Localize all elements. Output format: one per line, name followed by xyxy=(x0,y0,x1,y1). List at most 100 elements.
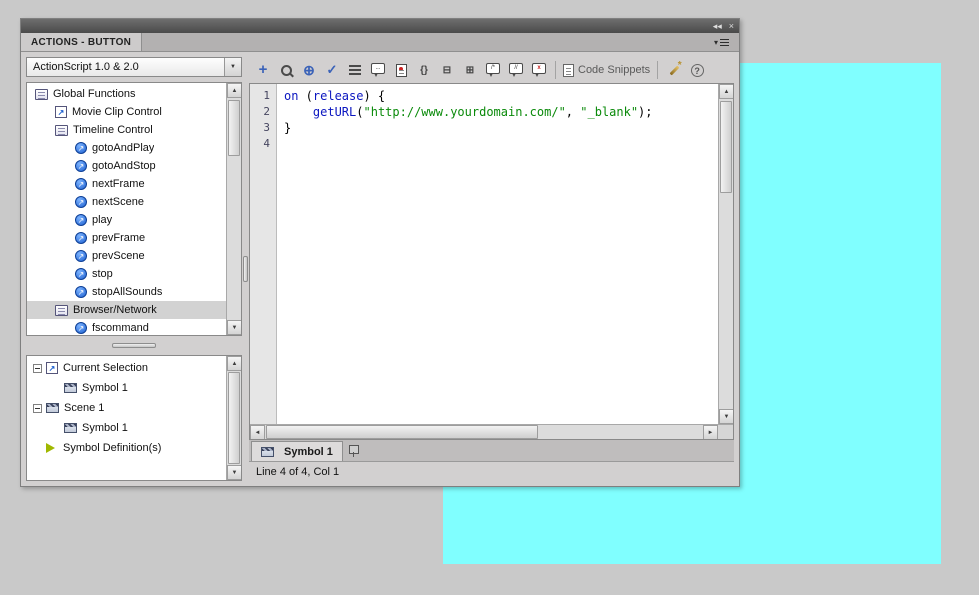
scrollbar-thumb[interactable] xyxy=(720,101,732,193)
arrow-left-icon: ◄ xyxy=(254,429,261,436)
code-editor[interactable]: 1234 on (release) { getURL("http://www.y… xyxy=(249,83,734,440)
scrollbar-track[interactable] xyxy=(265,425,703,439)
panel-tab-actions-button[interactable]: ACTIONS - BUTTON xyxy=(21,33,143,51)
collapse-expander-icon[interactable] xyxy=(33,363,42,373)
tree-item-movie-clip-control[interactable]: Movie Clip Control xyxy=(27,103,226,121)
collapse-between-braces-button[interactable]: {} xyxy=(413,59,435,81)
right-column: + ⊕ ✓ {} ⊟ ⊞ Code Snippets? 1234 on (release) … xyxy=(249,57,734,481)
tree-item-play[interactable]: play xyxy=(27,211,226,229)
script-tab-symbol-1[interactable]: Symbol 1 xyxy=(251,441,343,461)
tree-item-gotoandplay[interactable]: gotoAndPlay xyxy=(27,139,226,157)
functions-tree-pane: Global Functions Movie Clip Control Timeli… xyxy=(26,82,242,336)
line-number: 1 xyxy=(263,89,270,102)
tree-item-prevscene[interactable]: prevScene xyxy=(27,247,226,265)
functions-tree-scrollbar[interactable]: ▲ ▼ xyxy=(226,83,241,335)
tree-item-prevframe[interactable]: prevFrame xyxy=(27,229,226,247)
collapse-selection-button[interactable]: ⊟ xyxy=(436,59,458,81)
scrollbar-thumb[interactable] xyxy=(266,425,538,439)
show-code-hint-button[interactable] xyxy=(367,59,389,81)
tree-item-label: play xyxy=(92,214,113,226)
tree-item-global-functions[interactable]: Global Functions xyxy=(27,85,226,103)
scrollbar-thumb[interactable] xyxy=(228,372,240,464)
expand-all-icon: ⊞ xyxy=(465,64,475,76)
action-icon xyxy=(75,286,87,298)
dropdown-arrow-button[interactable]: ▼ xyxy=(224,58,241,76)
collapse-between-braces-icon: {} xyxy=(420,64,428,76)
insert-target-path-button[interactable]: ⊕ xyxy=(298,59,320,81)
collapse-expander-icon[interactable] xyxy=(33,403,42,413)
tree-item-label: Movie Clip Control xyxy=(72,106,162,118)
tree-item-symbol-definition-s[interactable]: Symbol Definition(s) xyxy=(27,438,226,458)
expand-all-button[interactable]: ⊞ xyxy=(459,59,481,81)
tree-item-browser-network[interactable]: Browser/Network xyxy=(27,301,226,319)
scrollbar-track[interactable] xyxy=(227,98,241,320)
scrollbar-track[interactable] xyxy=(719,99,733,409)
line-number: 3 xyxy=(263,121,270,134)
action-icon xyxy=(75,196,87,208)
code-line: getURL("http://www.yourdomain.com/", "_b… xyxy=(284,104,718,120)
actionscript-version-dropdown[interactable]: ActionScript 1.0 & 2.0 ▼ xyxy=(26,57,242,77)
find-button[interactable] xyxy=(275,59,297,81)
tree-item-timeline-control[interactable]: Timeline Control xyxy=(27,121,226,139)
splitter-grip[interactable] xyxy=(243,256,248,282)
scroll-down-button[interactable]: ▼ xyxy=(719,409,733,424)
tree-item-nextscene[interactable]: nextScene xyxy=(27,193,226,211)
apply-line-comment-button[interactable] xyxy=(505,59,527,81)
tree-pane-splitter[interactable] xyxy=(26,341,242,350)
close-icon[interactable]: × xyxy=(729,20,734,32)
apply-block-comment-button[interactable] xyxy=(482,59,504,81)
scroll-up-button[interactable]: ▲ xyxy=(719,84,733,99)
scroll-left-button[interactable]: ◄ xyxy=(250,425,265,439)
line-number-gutter[interactable]: 1 2 3 4 xyxy=(250,84,277,424)
splitter-grip[interactable] xyxy=(112,343,156,348)
dropdown-value: ActionScript 1.0 & 2.0 xyxy=(33,61,139,73)
tree-item-fscommand[interactable]: fscommand xyxy=(27,319,226,335)
tree-item-nextframe[interactable]: nextFrame xyxy=(27,175,226,193)
editor-horizontal-scrollbar[interactable]: ◄ ► xyxy=(250,424,733,439)
panel-tabstrip: ACTIONS - BUTTON xyxy=(21,33,739,52)
scrollbar-thumb[interactable] xyxy=(228,100,240,156)
column-splitter[interactable] xyxy=(242,57,249,481)
code-snippets-button[interactable]: Code Snippets xyxy=(561,59,652,81)
tree-item-label: Symbol 1 xyxy=(82,382,128,394)
panel-menu-icon[interactable] xyxy=(714,37,734,48)
tree-item-symbol-1[interactable]: Symbol 1 xyxy=(27,378,226,398)
help-button[interactable]: ? xyxy=(686,59,708,81)
panel-content: ActionScript 1.0 & 2.0 ▼ Global Function… xyxy=(21,52,739,486)
remove-comment-icon xyxy=(532,63,546,77)
code-area[interactable]: on (release) { getURL("http://www.yourdo… xyxy=(277,84,718,424)
collapse-panel-icon[interactable]: ◂◂ xyxy=(713,20,722,32)
tree-item-scene-1[interactable]: Scene 1 xyxy=(27,398,226,418)
scroll-down-button[interactable]: ▼ xyxy=(227,465,241,480)
scrollbar-track[interactable] xyxy=(227,371,241,465)
panel-titlebar[interactable]: ◂◂ × xyxy=(21,19,739,33)
tree-item-symbol-1[interactable]: Symbol 1 xyxy=(27,418,226,438)
scroll-up-button[interactable]: ▲ xyxy=(227,356,241,371)
tree-item-current-selection[interactable]: Current Selection xyxy=(27,358,226,378)
tree-item-label: Browser/Network xyxy=(73,304,157,316)
code-token: "_blank" xyxy=(580,105,639,119)
auto-format-button[interactable] xyxy=(344,59,366,81)
add-item-button[interactable]: + xyxy=(252,59,274,81)
scroll-down-button[interactable]: ▼ xyxy=(227,320,241,335)
tree-item-label: Current Selection xyxy=(63,362,148,374)
action-icon xyxy=(75,178,87,190)
scroll-up-button[interactable]: ▲ xyxy=(227,83,241,98)
tree-item-stop[interactable]: stop xyxy=(27,265,226,283)
code-token: ( xyxy=(298,89,313,103)
tree-item-stopallsounds[interactable]: stopAllSounds xyxy=(27,283,226,301)
arrow-up-icon: ▲ xyxy=(231,360,238,367)
check-syntax-button[interactable]: ✓ xyxy=(321,59,343,81)
wand-button[interactable] xyxy=(663,59,685,81)
code-token: release xyxy=(312,89,364,103)
remove-comment-button[interactable] xyxy=(528,59,550,81)
script-navigator-scrollbar[interactable]: ▲ ▼ xyxy=(226,356,241,480)
editor-vertical-scrollbar[interactable]: ▲ ▼ xyxy=(718,84,733,424)
scroll-right-button[interactable]: ► xyxy=(703,425,718,439)
code-token: "http://www.yourdomain.com/" xyxy=(363,105,566,119)
debug-options-button[interactable] xyxy=(390,59,412,81)
chevron-down-icon: ▼ xyxy=(230,64,236,70)
tree-item-gotoandstop[interactable]: gotoAndStop xyxy=(27,157,226,175)
pin-script-icon[interactable] xyxy=(347,444,363,458)
insert-target-path-icon: ⊕ xyxy=(303,61,315,78)
